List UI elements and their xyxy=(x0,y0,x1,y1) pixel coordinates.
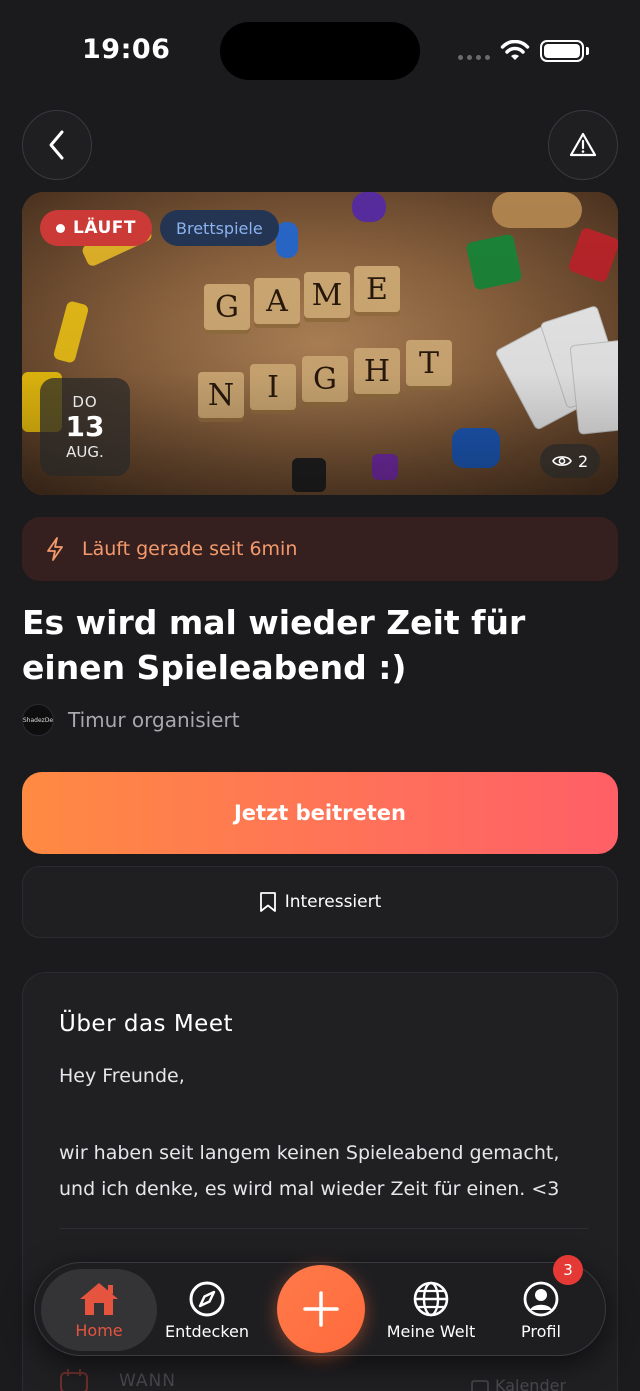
about-body: wir haben seit langem keinen Spieleabend… xyxy=(59,1142,560,1200)
signal-icon xyxy=(458,55,490,60)
nav-my-world[interactable]: Meine Welt xyxy=(375,1263,487,1357)
about-title: Über das Meet xyxy=(59,1011,234,1037)
views-badge: 2 xyxy=(540,444,601,478)
about-greeting: Hey Freunde, xyxy=(59,1065,185,1087)
date-badge: DO 13 AUG. xyxy=(40,378,130,476)
divider xyxy=(59,1228,589,1229)
status-bar: 19:06 xyxy=(0,0,640,100)
bottom-nav: Home Entdecken Meine Welt Profil 3 xyxy=(34,1255,606,1357)
compass-icon xyxy=(189,1281,225,1316)
status-badge: LÄUFT xyxy=(40,210,152,246)
avatar: ShadezDe xyxy=(22,704,54,736)
calendar-small-icon xyxy=(471,1379,489,1391)
nav-discover[interactable]: Entdecken xyxy=(157,1263,257,1357)
event-image: G A M E N I G H T LÄUFT Brettspiele DO 1… xyxy=(22,192,618,495)
nav-home[interactable]: Home xyxy=(41,1269,157,1351)
interested-label: Interessiert xyxy=(284,892,382,912)
globe-icon xyxy=(413,1281,449,1316)
date-month: AUG. xyxy=(66,443,104,461)
date-weekday: DO xyxy=(72,393,98,411)
when-label: WANN xyxy=(119,1371,176,1391)
lightning-icon xyxy=(47,537,63,561)
date-day: 13 xyxy=(65,410,105,443)
plus-icon xyxy=(303,1291,339,1327)
join-button[interactable]: Jetzt beitreten xyxy=(22,772,618,854)
nav-home-label: Home xyxy=(75,1320,123,1340)
nav-discover-label: Entdecken xyxy=(165,1321,249,1341)
back-button[interactable] xyxy=(22,110,92,180)
create-event-button[interactable] xyxy=(277,1265,365,1353)
live-banner-text: Läuft gerade seit 6min xyxy=(82,538,298,560)
report-button[interactable] xyxy=(548,110,618,180)
views-count: 2 xyxy=(578,451,589,471)
status-badge-label: LÄUFT xyxy=(73,218,136,238)
live-dot-icon xyxy=(56,223,65,233)
calendar-icon xyxy=(60,1369,88,1391)
bookmark-icon xyxy=(259,892,276,912)
home-icon xyxy=(80,1282,118,1315)
event-title: Es wird mal wieder Zeit für einen Spiele… xyxy=(22,603,526,687)
nav-my-world-label: Meine Welt xyxy=(386,1321,476,1341)
organizer[interactable]: ShadezDe Timur organisiert xyxy=(22,704,240,736)
battery-icon xyxy=(540,40,584,62)
live-banner: Läuft gerade seit 6min xyxy=(22,517,618,581)
calendar-label: Kalender xyxy=(495,1376,567,1391)
eye-icon xyxy=(552,456,572,466)
calendar-button[interactable]: Kalender xyxy=(471,1376,566,1391)
dynamic-island xyxy=(220,22,420,80)
user-icon xyxy=(523,1281,559,1316)
interested-button[interactable]: Interessiert xyxy=(22,866,618,938)
category-badge[interactable]: Brettspiele xyxy=(160,210,279,246)
when-row: WANN xyxy=(59,1368,176,1391)
organizer-label: Timur organisiert xyxy=(68,708,240,732)
nav-profile-label: Profil xyxy=(521,1321,561,1341)
warning-icon xyxy=(569,132,597,157)
chevron-left-icon xyxy=(49,130,64,160)
notification-badge: 3 xyxy=(553,1255,583,1285)
status-time: 19:06 xyxy=(82,34,171,65)
wifi-icon xyxy=(500,40,530,60)
